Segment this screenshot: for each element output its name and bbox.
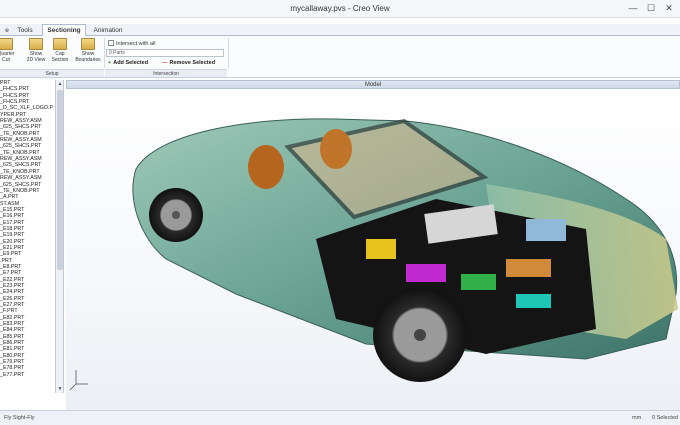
tree-item[interactable]: _E77.PRT [0, 372, 55, 378]
minimize-button[interactable]: — [626, 2, 640, 15]
title-bar: mycallaway.pvs - Creo View — ☐ ✕ [0, 0, 680, 18]
front-wheel-hub [414, 329, 426, 341]
plus-icon: + [108, 60, 112, 66]
maximize-button[interactable]: ☐ [644, 2, 658, 15]
remove-selected-label: Remove Selected [169, 60, 216, 66]
setup-group-label: Setup [0, 69, 104, 77]
model-viewport[interactable] [66, 89, 680, 410]
axis-triad [69, 370, 88, 391]
show-boundaries-icon [81, 38, 95, 50]
add-selected-button[interactable]: + Add Selected [108, 59, 148, 68]
remove-selected-button[interactable]: — Remove Selected [162, 59, 215, 68]
quarter-cut-label: Quarter Cut [0, 51, 15, 63]
scroll-down-icon[interactable]: ▼ [56, 385, 64, 393]
structure-tree-panel: PRT _FHCS.PRT _FHCS.PRT _FHCS.PRT _D_SC_XLF_… [0, 80, 56, 393]
close-button[interactable]: ✕ [662, 2, 676, 15]
structure-tree-list: PRT _FHCS.PRT _FHCS.PRT _FHCS.PRT _D_SC_XLF_… [0, 80, 55, 378]
tree-item[interactable]: _D_SC_XLF_LOGO.P [0, 105, 55, 111]
selection-count: 0 Selected [652, 415, 678, 421]
cap-section-button[interactable]: Cap Section [48, 38, 72, 63]
navigation-mode-text: Fly Sight-Fly [4, 415, 35, 421]
intersect-with-all-label: Intersect with all [116, 41, 156, 47]
group-separator [104, 38, 105, 68]
ribbon: Quarter Cut Show 2D View Cap Section Sho… [0, 36, 680, 78]
engine-part [526, 219, 566, 241]
engine-part [406, 264, 446, 282]
tab-file[interactable]: e [2, 25, 12, 36]
engine-part [506, 259, 551, 277]
show-2d-view-label: Show 2D View [26, 51, 46, 63]
scrollbar-thumb[interactable] [57, 90, 63, 270]
scroll-up-icon[interactable]: ▲ [56, 80, 64, 88]
engine-part [516, 294, 551, 308]
cap-section-icon [53, 38, 67, 50]
tree-scrollbar[interactable]: ▲ ▼ [56, 80, 64, 393]
show-2d-view-button[interactable]: Show 2D View [24, 38, 48, 63]
show-2d-view-icon [29, 38, 43, 50]
checkbox-box [108, 40, 114, 46]
minus-icon: — [162, 60, 168, 66]
intersection-group-label: Intersection [105, 69, 227, 77]
tab-tools[interactable]: Tools [12, 25, 38, 36]
quarter-cut-button[interactable]: Quarter Cut [0, 38, 18, 63]
engine-part [461, 274, 496, 290]
units-label: mm [632, 415, 642, 421]
parts-list-field[interactable]: 0 Parts [106, 49, 224, 57]
engine-part [366, 239, 396, 259]
group-separator [228, 38, 229, 68]
window-title: mycallaway.pvs - Creo View [290, 4, 390, 13]
status-bar: Fly Sight-Fly mm 0 Selected [0, 410, 680, 425]
rear-wheel-hub [172, 211, 180, 219]
show-boundaries-label: Show Boundaries [75, 51, 101, 63]
cap-section-label: Cap Section [51, 51, 69, 63]
quarter-cut-icon [0, 38, 13, 50]
add-selected-label: Add Selected [113, 60, 149, 66]
ribbon-tabbar: e Tools Sectioning Animation [0, 24, 680, 37]
intersect-with-all-checkbox[interactable]: Intersect with all [108, 40, 155, 47]
seat-right [320, 129, 352, 169]
car-model-render [69, 118, 678, 391]
tab-animation[interactable]: Animation [88, 25, 128, 36]
show-boundaries-button[interactable]: Show Boundaries [74, 38, 102, 63]
seat-left [248, 145, 284, 189]
model-panel-header: Model [66, 80, 680, 89]
